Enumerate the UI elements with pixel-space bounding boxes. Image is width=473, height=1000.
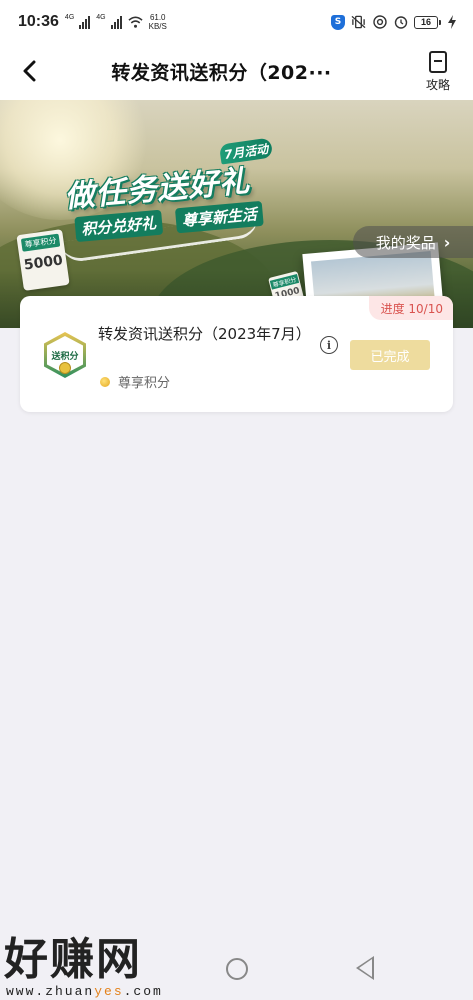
status-time: 10:36 bbox=[18, 13, 59, 30]
watermark-url-prefix: www.zhuan bbox=[6, 984, 95, 999]
home-button[interactable] bbox=[226, 958, 248, 980]
back-button[interactable] bbox=[14, 54, 44, 88]
network-type-2: 4G bbox=[96, 13, 106, 21]
watermark-url-suffix: .com bbox=[123, 984, 163, 999]
coin-icon bbox=[59, 362, 71, 374]
navigation-bar: 转发资讯送积分（202··· 攻略 bbox=[0, 44, 473, 100]
at-icon bbox=[372, 15, 387, 30]
signal-icon-2 bbox=[110, 15, 122, 29]
status-right: S 16 bbox=[331, 14, 459, 30]
task-icon-label: 送积分 bbox=[51, 351, 79, 362]
watermark-logo-text: 好赚网 bbox=[4, 934, 142, 985]
my-prizes-label: 我的奖品 bbox=[375, 233, 436, 252]
signal-icon bbox=[79, 15, 91, 29]
coin-icon bbox=[100, 376, 110, 387]
system-navigation-bar: 好赚网 www.zhuanyes.com bbox=[0, 936, 473, 1000]
task-reward: 尊享积分 bbox=[100, 372, 170, 391]
task-card[interactable]: 进度 10/10 送积分 转发资讯送积分（2023年7月） 尊享积分 i 已完成 bbox=[20, 296, 453, 412]
task-title: 转发资讯送积分（2023年7月） bbox=[98, 325, 311, 343]
promo-banner[interactable]: 7月活动 做任务送好礼 积分兑好礼 尊享新生活 尊享积分 5000 尊享积分 1… bbox=[0, 100, 473, 328]
points-ticket-left: 尊享积分 5000 bbox=[16, 229, 70, 291]
network-type-1: 4G bbox=[64, 13, 75, 21]
watermark: 好赚网 www.zhuanyes.com bbox=[4, 934, 194, 1000]
alarm-icon bbox=[393, 15, 408, 30]
guide-button[interactable]: 攻略 bbox=[421, 48, 455, 96]
points-gift-icon: 送积分 bbox=[42, 332, 88, 378]
reward-label: 尊享积分 bbox=[118, 376, 171, 391]
chevron-left-icon bbox=[23, 60, 36, 82]
system-back-button[interactable] bbox=[356, 956, 374, 980]
page-title: 转发资讯送积分（202··· bbox=[111, 62, 332, 84]
ticket-value: 5000 bbox=[23, 252, 64, 274]
wifi-icon bbox=[128, 15, 143, 30]
completed-button[interactable]: 已完成 bbox=[350, 340, 430, 370]
network-speed-value: 61.0 bbox=[149, 13, 166, 22]
watermark-url: www.zhuanyes.com bbox=[6, 984, 194, 999]
ticket-label: 尊享积分 bbox=[20, 233, 61, 252]
progress-badge: 进度 10/10 bbox=[368, 296, 453, 320]
chevron-right-icon: › bbox=[443, 232, 451, 252]
document-icon bbox=[429, 51, 447, 73]
network-speed-unit: KB/S bbox=[148, 22, 167, 31]
status-bar: 10:36 4G 4G 61.0 KB/S S 16 bbox=[0, 0, 473, 44]
status-left: 10:36 4G 4G 61.0 KB/S bbox=[18, 13, 167, 31]
battery-icon: 16 bbox=[414, 15, 441, 29]
charging-icon bbox=[444, 15, 459, 30]
my-prizes-button[interactable]: 我的奖品 › bbox=[353, 226, 473, 258]
vibrate-icon bbox=[351, 15, 366, 30]
guide-label: 攻略 bbox=[425, 78, 450, 92]
info-icon[interactable]: i bbox=[320, 336, 338, 354]
watermark-url-highlight: yes bbox=[94, 984, 124, 999]
shield-icon: S bbox=[331, 14, 345, 30]
network-speed: 61.0 KB/S bbox=[149, 13, 167, 31]
